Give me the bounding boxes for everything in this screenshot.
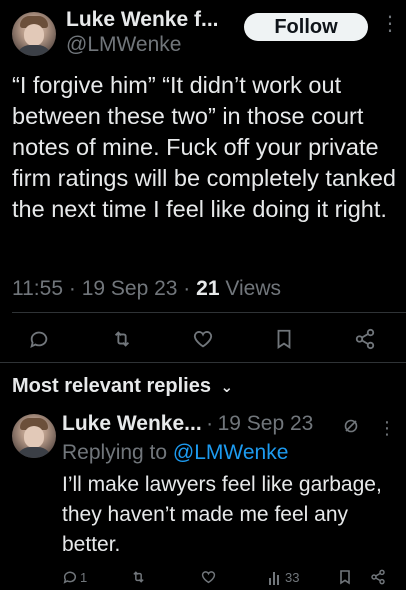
- reply-text: I’ll make lawyers feel like garbage, the…: [62, 473, 382, 556]
- views-count: 21: [196, 277, 220, 300]
- tweet-meta: 11:55 · 19 Sep 23 · 21 Views: [12, 277, 281, 300]
- reply-author-name[interactable]: Luke Wenke...: [62, 412, 202, 435]
- retweet-icon[interactable]: [110, 328, 134, 350]
- reply-comment-button[interactable]: 1: [62, 569, 87, 585]
- retweet-icon[interactable]: [130, 569, 147, 585]
- reply-avatar[interactable]: [12, 414, 56, 458]
- replies-sort-selector[interactable]: Most relevant replies ⌄: [12, 375, 233, 398]
- tweet-date[interactable]: 19 Sep 23: [82, 277, 178, 300]
- heart-icon[interactable]: [200, 569, 217, 585]
- author-handle[interactable]: @LMWenke: [66, 33, 181, 57]
- divider: [0, 362, 406, 363]
- more-options-icon[interactable]: ⋮: [380, 14, 400, 34]
- chevron-down-icon: ⌄: [220, 379, 234, 396]
- share-icon[interactable]: [354, 328, 376, 350]
- reply-views-button[interactable]: 33: [268, 569, 299, 585]
- tweet-time[interactable]: 11:55: [12, 277, 63, 300]
- tweet-text: “I forgive him” “It didn’t work out betw…: [12, 72, 396, 222]
- reply-views-count: 33: [285, 569, 300, 585]
- heart-icon[interactable]: [191, 328, 215, 350]
- bookmark-icon[interactable]: [274, 328, 294, 350]
- share-icon[interactable]: [370, 569, 386, 585]
- reply-date[interactable]: 19 Sep 23: [218, 412, 314, 435]
- grok-icon[interactable]: [343, 418, 359, 434]
- replying-to: Replying to @LMWenke: [62, 441, 289, 464]
- author-name[interactable]: Luke Wenke f...: [66, 8, 219, 32]
- replying-to-handle[interactable]: @LMWenke: [173, 441, 288, 464]
- comment-icon[interactable]: [28, 328, 50, 350]
- comment-icon: [62, 569, 78, 585]
- replies-section-title: Most relevant replies: [12, 375, 211, 397]
- reply-comment-count: 1: [80, 569, 88, 585]
- divider: [12, 312, 406, 313]
- analytics-icon: [268, 569, 282, 585]
- views-label: Views: [225, 277, 281, 300]
- follow-button[interactable]: Follow: [244, 13, 368, 41]
- author-avatar[interactable]: [12, 12, 56, 56]
- bookmark-icon[interactable]: [338, 569, 352, 585]
- reply-more-options-icon[interactable]: ⋮: [378, 418, 396, 438]
- reply-header: Luke Wenke... · 19 Sep 23: [62, 412, 314, 435]
